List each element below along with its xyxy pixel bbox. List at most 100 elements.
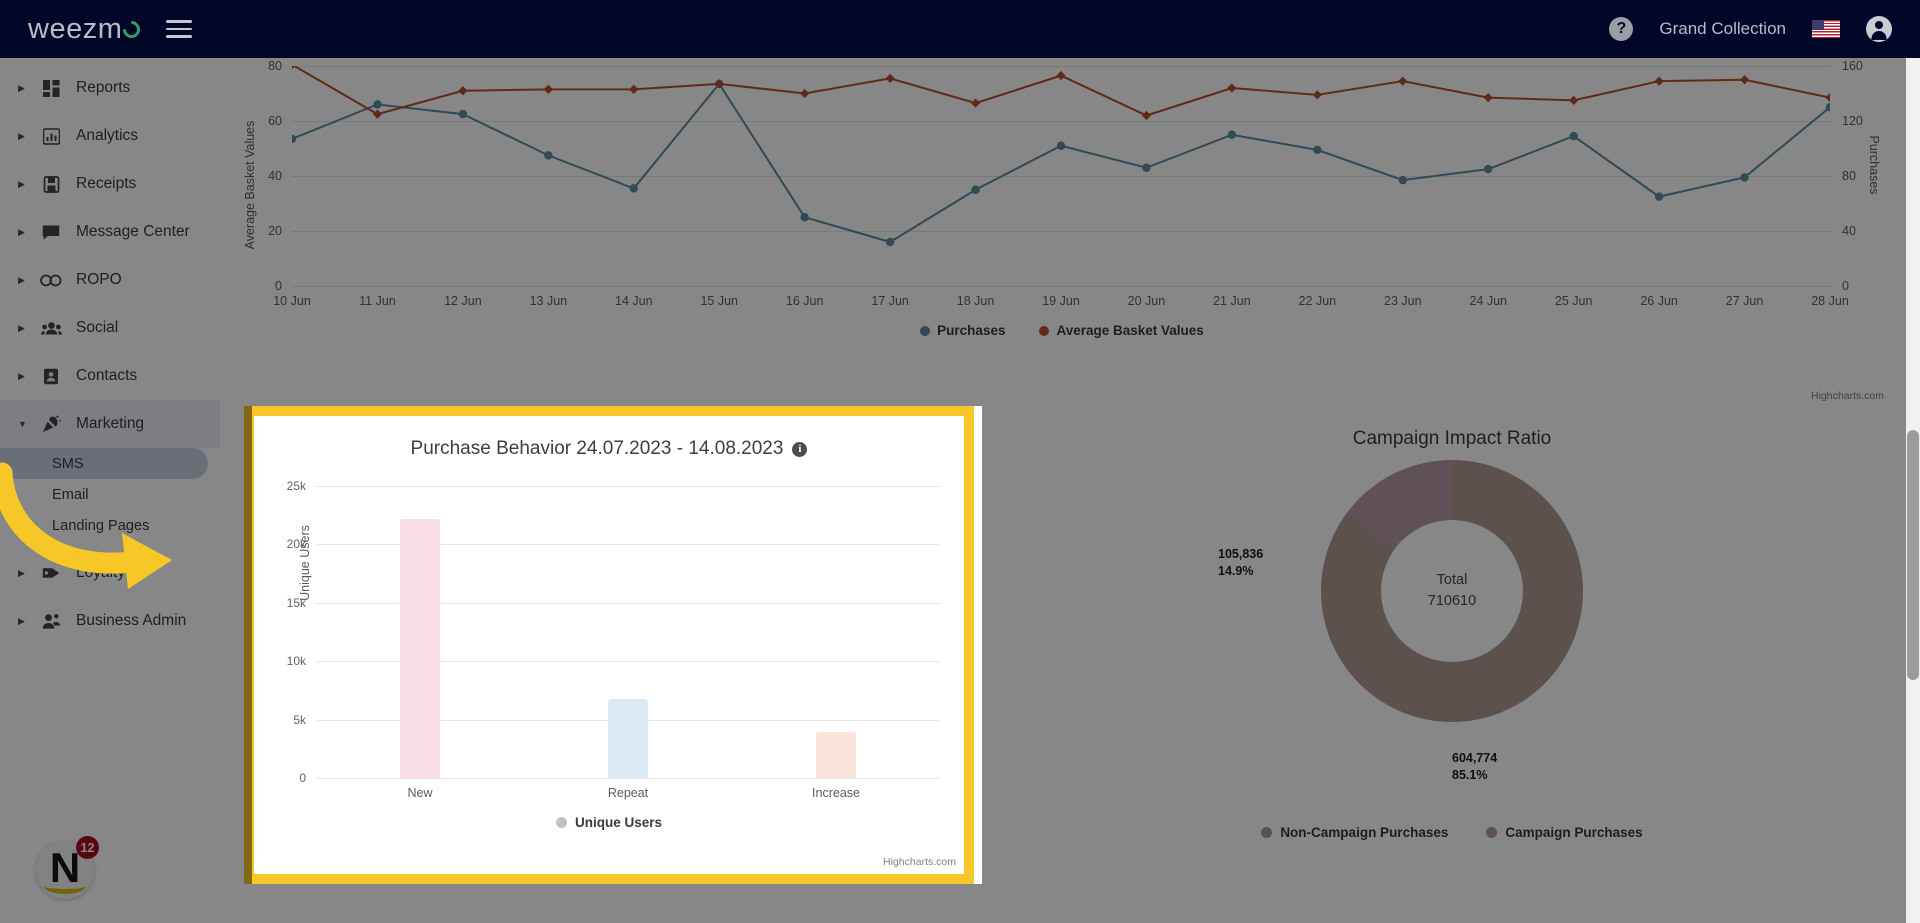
data-point[interactable] xyxy=(1227,130,1237,139)
data-point[interactable] xyxy=(1739,75,1750,85)
data-point[interactable] xyxy=(1483,93,1493,103)
help-icon[interactable]: ? xyxy=(1609,17,1634,41)
data-point[interactable] xyxy=(1740,173,1749,182)
data-point[interactable] xyxy=(885,73,895,83)
x-tick-label: Repeat xyxy=(607,786,649,800)
bar-repeat[interactable] xyxy=(608,698,648,778)
support-widget-launcher[interactable]: N 12 xyxy=(36,836,99,899)
sidebar-item-marketing[interactable]: ▼ Marketing xyxy=(0,400,220,448)
data-point[interactable] xyxy=(292,134,297,144)
sidebar-item-business-admin[interactable]: ▶ Business Admin xyxy=(0,597,220,645)
highcharts-credit-link[interactable]: Highcharts.com xyxy=(883,856,956,868)
chevron-down-icon: ▼ xyxy=(18,418,27,429)
data-point[interactable] xyxy=(1056,141,1066,150)
data-point[interactable] xyxy=(544,151,553,160)
sidebar-item-label: Marketing xyxy=(76,415,145,432)
hamburger-line xyxy=(166,27,193,31)
data-point[interactable] xyxy=(629,184,638,193)
y-tick-label: 60 xyxy=(268,114,282,128)
data-point[interactable] xyxy=(885,237,895,247)
donut-chart-graphic[interactable]: Total 710610 xyxy=(1321,460,1583,722)
legend-item[interactable]: Campaign Purchases xyxy=(1486,825,1643,840)
chevron-right-icon: ▶ xyxy=(18,130,25,141)
bar-new[interactable] xyxy=(400,518,440,778)
y2-tick-label: 160 xyxy=(1842,59,1863,73)
donut-slice-label-campaign: 105,836 14.9% xyxy=(1218,546,1263,580)
data-point[interactable] xyxy=(1142,163,1151,172)
x-tick-label: 20 Jun xyxy=(1127,294,1166,308)
page-scrollbar-thumb[interactable] xyxy=(1907,430,1919,680)
legend-label: Campaign Purchases xyxy=(1505,825,1643,840)
data-point[interactable] xyxy=(971,185,980,194)
line-chart-series-svg xyxy=(292,66,1830,247)
info-icon[interactable]: i xyxy=(792,441,808,457)
legend-label: Purchases xyxy=(937,323,1006,338)
purchases-vs-basket-line-chart: Average Basket Values Purchases 0 20 40 60 8… xyxy=(232,58,1892,408)
x-tick-label: 15 Jun xyxy=(700,294,738,308)
y2-tick-label: 0 xyxy=(1842,279,1849,293)
data-point[interactable] xyxy=(372,109,383,119)
legend-item[interactable]: Average Basket Values xyxy=(1039,323,1204,338)
highcharts-credit-link[interactable]: Highcharts.com xyxy=(1811,390,1884,402)
flag-canton xyxy=(1812,20,1824,30)
data-point[interactable] xyxy=(1569,95,1579,105)
data-point[interactable] xyxy=(1654,192,1664,201)
sidebar-subitem-landing-pages[interactable]: Landing Pages xyxy=(0,510,208,541)
data-point[interactable] xyxy=(970,98,981,108)
chevron-right-icon: ▶ xyxy=(18,615,25,626)
sidebar-subitem-label: Email xyxy=(52,486,89,503)
data-point[interactable] xyxy=(1569,131,1578,141)
data-point[interactable] xyxy=(543,84,553,94)
sidebar-item-reports[interactable]: ▶ Reports xyxy=(0,64,220,112)
y-tick-label: 0 xyxy=(275,279,282,293)
data-point[interactable] xyxy=(1398,175,1407,185)
data-point[interactable] xyxy=(458,109,468,119)
bar-increase[interactable] xyxy=(816,732,856,778)
data-point[interactable] xyxy=(458,86,468,96)
data-point[interactable] xyxy=(1313,145,1322,155)
data-point[interactable] xyxy=(1312,90,1322,100)
sidebar-item-analytics[interactable]: ▶ Analytics xyxy=(0,112,220,160)
legend-color-dot xyxy=(1261,827,1273,838)
data-point[interactable] xyxy=(1825,93,1830,103)
x-tick-label: Increase xyxy=(812,786,860,800)
data-point[interactable] xyxy=(629,84,639,94)
data-point[interactable] xyxy=(800,213,809,222)
data-point[interactable] xyxy=(1398,76,1408,86)
sidebar-item-receipts[interactable]: ▶ Receipts xyxy=(0,160,220,208)
legend-color-dot xyxy=(1486,827,1498,838)
data-point[interactable] xyxy=(800,88,810,99)
widget-notification-badge[interactable]: 12 xyxy=(76,836,99,859)
grid-line xyxy=(316,486,940,487)
sidebar-item-loyalty[interactable]: ▶ Loyalty xyxy=(0,549,220,597)
x-tick-label: 22 Jun xyxy=(1298,294,1337,308)
slice-percent: 85.1% xyxy=(1452,767,1488,782)
hamburger-menu-icon[interactable] xyxy=(166,20,193,38)
bar-chart-legend[interactable]: Unique Users xyxy=(254,815,964,830)
y2-tick-label: 80 xyxy=(1842,169,1856,183)
weezmo-logo[interactable]: weezm xyxy=(28,13,144,46)
legend-item[interactable]: Non-Campaign Purchases xyxy=(1261,825,1448,840)
data-point[interactable] xyxy=(1141,110,1152,121)
sidebar-subitem-email[interactable]: Email xyxy=(0,479,208,510)
data-point[interactable] xyxy=(1654,76,1664,86)
legend-item[interactable]: Purchases xyxy=(920,323,1005,338)
x-tick-label: 27 Jun xyxy=(1725,294,1764,308)
user-avatar-icon[interactable] xyxy=(1866,16,1892,42)
sidebar-item-social[interactable]: ▶ Social xyxy=(0,304,220,352)
x-tick-label: 11 Jun xyxy=(359,294,396,308)
data-point[interactable] xyxy=(1484,164,1493,174)
sidebar-item-message-center[interactable]: ▶ Message Center xyxy=(0,208,220,256)
sidebar-item-label: Analytics xyxy=(76,127,139,144)
account-name[interactable]: Grand Collection xyxy=(1659,19,1786,39)
data-point[interactable] xyxy=(373,100,382,109)
data-point[interactable] xyxy=(1227,83,1237,93)
slice-percent: 14.9% xyxy=(1218,563,1254,578)
data-point[interactable] xyxy=(1056,71,1066,81)
sidebar-subitem-sms[interactable]: SMS xyxy=(0,448,208,479)
us-flag-icon[interactable] xyxy=(1812,20,1840,38)
sidebar-item-ropo[interactable]: ▶ ROPO xyxy=(0,256,220,304)
top-navigation-bar: weezm ? Grand Collection xyxy=(0,0,1920,58)
donut-center-total: Total 710610 xyxy=(1381,520,1523,662)
sidebar-item-contacts[interactable]: ▶ Contacts xyxy=(0,352,220,400)
